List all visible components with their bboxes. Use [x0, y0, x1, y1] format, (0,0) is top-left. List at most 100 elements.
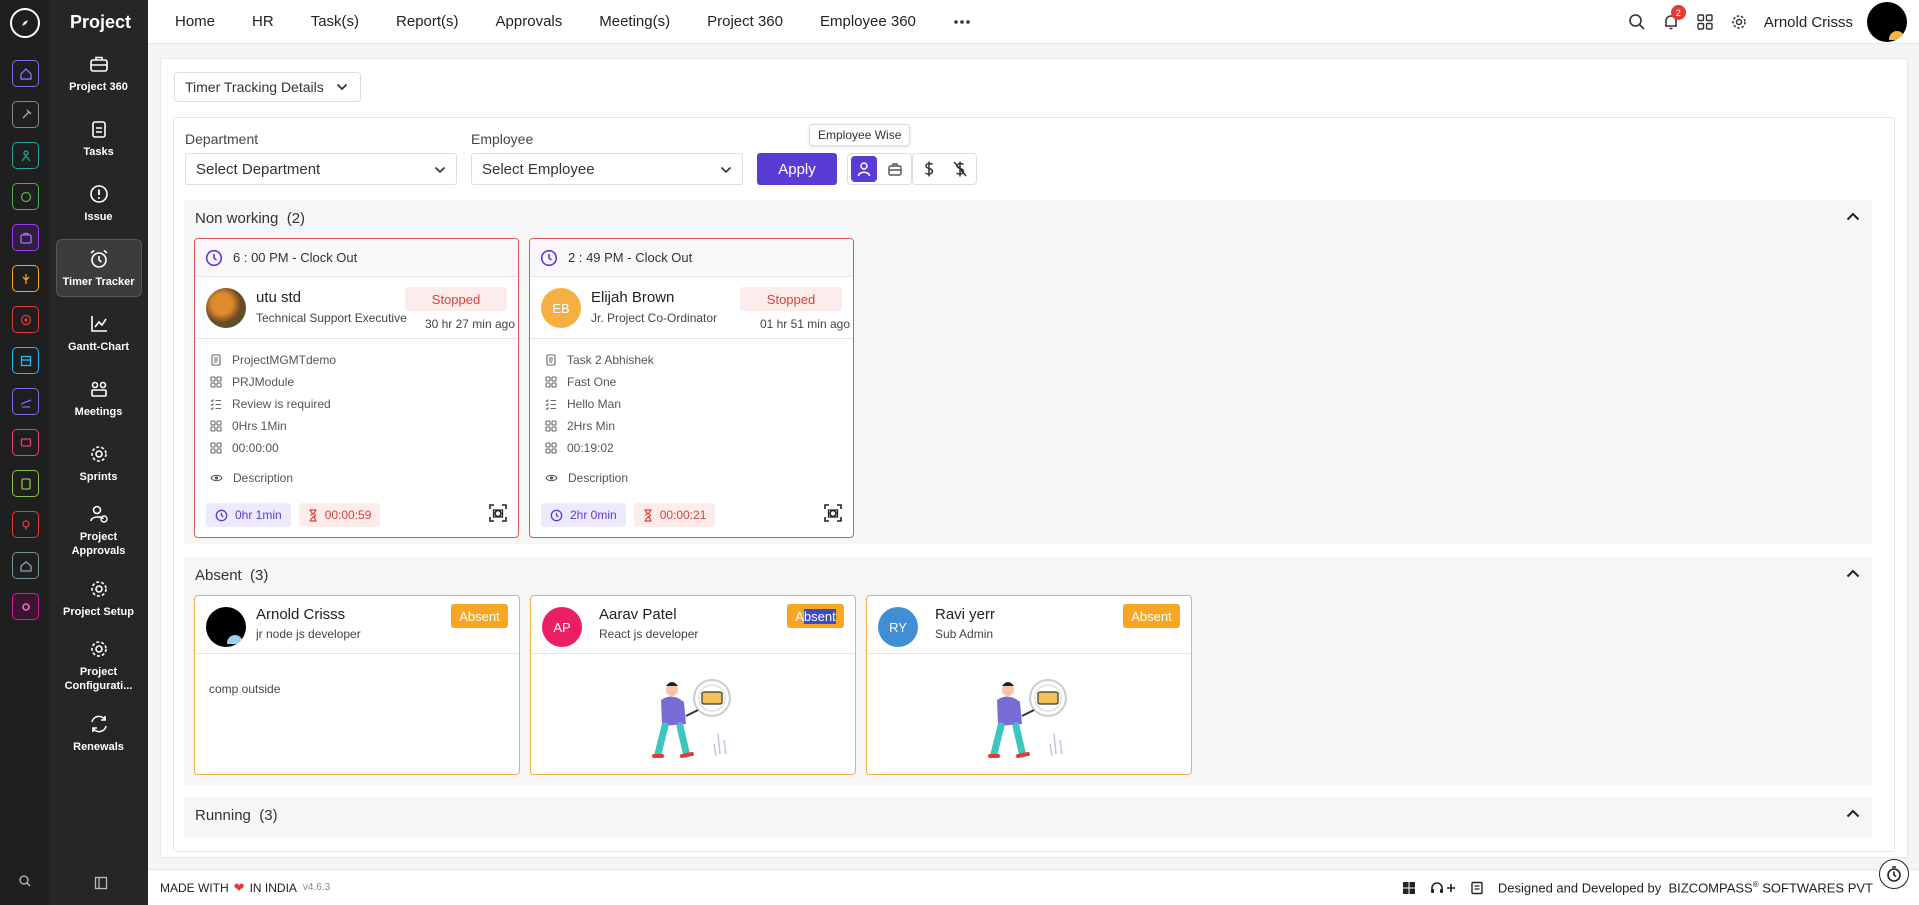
rail-settings-icon[interactable] [12, 593, 39, 620]
screenshot-icon[interactable] [488, 503, 508, 523]
absent-card[interactable]: Arnold Crisss jr node js developer Absen… [194, 595, 520, 775]
employee-role: jr node js developer [256, 627, 361, 641]
user-avatar[interactable] [1867, 2, 1907, 42]
rail-home-icon[interactable] [12, 60, 39, 87]
rail-org-icon[interactable] [12, 142, 39, 169]
rail-search-icon[interactable] [0, 874, 49, 888]
status-badge: Absent [787, 604, 844, 628]
sidebar-item-sprints[interactable]: Sprints [56, 434, 142, 492]
sidebar-item-project-setup[interactable]: Project Setup [56, 569, 142, 627]
meetings-icon [90, 381, 107, 397]
sidebar-item-tasks[interactable]: Tasks [56, 109, 142, 167]
clipboard-icon [91, 120, 106, 138]
rail-pin-icon[interactable] [12, 101, 39, 128]
status-badge: Stopped [740, 287, 842, 311]
running-header[interactable]: Running (3) [184, 797, 1872, 833]
collapse-sidebar-icon[interactable] [94, 876, 108, 890]
compass-logo-icon[interactable] [10, 8, 40, 38]
description-link[interactable]: Description [568, 471, 628, 485]
apps-grid-icon[interactable] [1696, 13, 1714, 31]
grid-icon [545, 442, 557, 454]
sidebar-item-timer-tracker[interactable]: Timer Tracker [55, 239, 142, 297]
employee-name: Elijah Brown [591, 289, 675, 306]
running-section: Running (3) [184, 797, 1872, 837]
rail-support-icon[interactable] [12, 429, 39, 456]
settings-gear-icon[interactable] [1730, 13, 1748, 31]
sidebar-item-issue[interactable]: Issue [56, 174, 142, 232]
gantt-chart-icon [90, 315, 107, 332]
department-select[interactable]: Select Department [185, 153, 457, 185]
timer-card[interactable]: 2 : 49 PM - Clock Out EB Elijah Brown Jr… [529, 238, 854, 538]
chevron-up-icon[interactable] [1846, 569, 1860, 578]
rail-flight-icon[interactable] [12, 388, 39, 415]
hourglass-icon [309, 508, 317, 522]
avatar [206, 607, 246, 647]
rail-crm-icon[interactable] [12, 183, 39, 210]
employee-select[interactable]: Select Employee [471, 153, 743, 185]
stopwatch-icon[interactable] [1879, 859, 1909, 889]
rail-inventory-icon[interactable] [12, 347, 39, 374]
timer-pill: 00:00:59 [298, 503, 381, 527]
chevron-up-icon[interactable] [1846, 809, 1860, 818]
headset-plus-icon[interactable] [1430, 881, 1456, 895]
nav-meetings[interactable]: Meeting(s) [599, 13, 670, 30]
ledger-icon[interactable] [1470, 881, 1484, 895]
user-name[interactable]: Arnold Crisss [1764, 14, 1853, 31]
gear-icon [90, 641, 107, 657]
eye-icon[interactable] [210, 472, 223, 484]
rail-location-icon[interactable] [12, 511, 39, 538]
clock-out-time: 6 : 00 PM - Clock Out [233, 250, 358, 265]
search-icon[interactable] [1628, 13, 1646, 31]
project-name: ProjectMGMTdemo [232, 353, 337, 367]
employee-wise-button[interactable] [851, 156, 877, 182]
view-dropdown[interactable]: Timer Tracking Details [174, 72, 361, 102]
sidebar-item-meetings[interactable]: Meetings [56, 369, 142, 427]
rail-finance-icon[interactable] [12, 470, 39, 497]
chevron-down-icon [336, 83, 347, 91]
module-name: PRJModule [232, 375, 295, 389]
project-wise-button[interactable] [882, 156, 908, 182]
bell-icon[interactable]: 2 [1662, 5, 1686, 31]
description-link[interactable]: Description [233, 471, 293, 485]
avatar: RY [878, 607, 918, 647]
billable-button[interactable] [916, 156, 942, 182]
absent-card[interactable]: AP Aarav Patel React js developer Absent [530, 595, 856, 775]
grid-icon [545, 376, 557, 388]
non-working-header[interactable]: Non working (2) [184, 200, 1872, 236]
clock-icon [550, 509, 563, 521]
timer-card[interactable]: 6 : 00 PM - Clock Out utu std Technical … [194, 238, 519, 538]
hourglass-icon [644, 508, 652, 522]
nav-home[interactable]: Home [175, 13, 215, 30]
windows-icon[interactable] [1402, 881, 1416, 895]
eye-icon[interactable] [545, 472, 558, 484]
sidebar-item-project-360[interactable]: Project 360 [56, 44, 142, 102]
employee-name: utu std [256, 289, 302, 306]
nav-more-icon[interactable] [953, 19, 971, 25]
nav-employee-360[interactable]: Employee 360 [820, 13, 916, 30]
non-billable-button[interactable] [947, 156, 973, 182]
sections-scroll-area[interactable]: Non working (2) 6 : 00 PM - Clock Out ut… [184, 200, 1884, 852]
chevron-up-icon[interactable] [1846, 212, 1860, 221]
rail-target-icon[interactable] [12, 306, 39, 333]
sidebar-item-renewals[interactable]: Renewals [56, 704, 142, 762]
absent-card[interactable]: RY Ravi yerr Sub Admin Absent [866, 595, 1192, 775]
nav-project-360[interactable]: Project 360 [707, 13, 783, 30]
screenshot-icon[interactable] [823, 503, 843, 523]
avatar [206, 288, 246, 328]
employee-wise-tooltip: Employee Wise [809, 124, 911, 146]
sidebar-item-project-approvals[interactable]: Project Approvals [56, 499, 142, 562]
nav-tasks[interactable]: Task(s) [311, 13, 359, 30]
absent-header[interactable]: Absent (3) [184, 557, 1872, 593]
sidebar-item-project-configuration[interactable]: Project Configurati... [56, 634, 142, 697]
rail-grain-icon[interactable] [12, 265, 39, 292]
nav-hr[interactable]: HR [252, 13, 274, 30]
project-name: Task 2 Abhishek [567, 353, 654, 367]
nav-approvals[interactable]: Approvals [496, 13, 563, 30]
nav-reports[interactable]: Report(s) [396, 13, 459, 30]
version: v4.6.3 [302, 882, 331, 893]
rail-project-icon[interactable] [12, 224, 39, 251]
apply-button[interactable]: Apply [757, 153, 837, 185]
rail-property-icon[interactable] [12, 552, 39, 579]
sidebar-item-gantt-chart[interactable]: Gantt-Chart [56, 304, 142, 362]
no-data-illustration-icon [652, 679, 731, 758]
